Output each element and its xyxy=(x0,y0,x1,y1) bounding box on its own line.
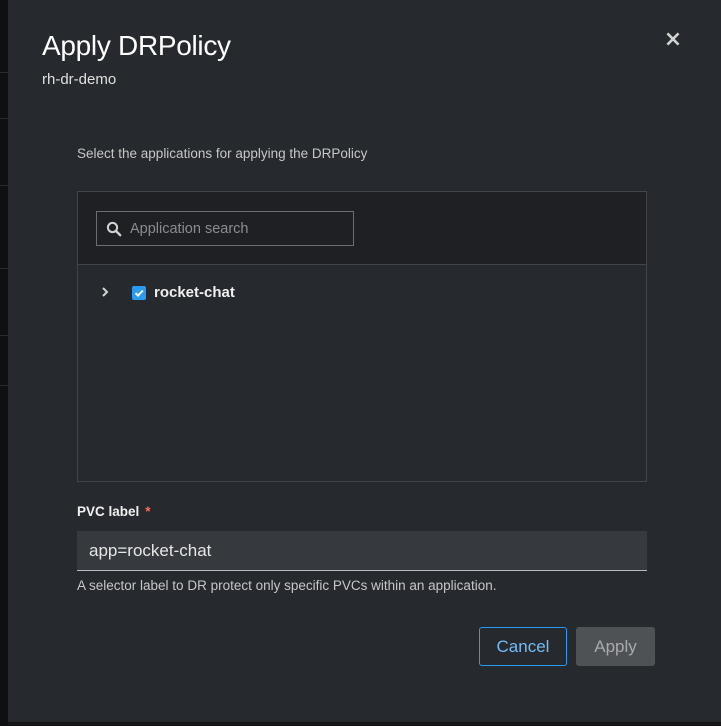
application-search-input[interactable] xyxy=(130,212,350,245)
chevron-right-icon[interactable] xyxy=(98,285,112,299)
pvc-label-input[interactable] xyxy=(77,531,647,570)
backdrop-divider xyxy=(0,385,8,386)
applications-instruction: Select the applications for applying the… xyxy=(77,146,368,161)
modal-subtitle: rh-dr-demo xyxy=(42,71,117,88)
apply-button[interactable]: Apply xyxy=(576,627,655,666)
backdrop-divider xyxy=(0,72,8,73)
application-toolbar xyxy=(78,192,646,265)
rocket-chat-checkbox[interactable] xyxy=(132,286,146,300)
pvc-helper-text: A selector label to DR protect only spec… xyxy=(77,578,497,593)
backdrop-divider xyxy=(0,118,8,119)
pvc-label-text: PVC label xyxy=(77,504,140,519)
application-search xyxy=(96,211,354,246)
backdrop-divider xyxy=(0,335,8,336)
search-icon xyxy=(106,221,122,237)
modal-title: Apply DRPolicy xyxy=(42,30,231,61)
close-icon[interactable]: × xyxy=(663,29,683,51)
cancel-button[interactable]: Cancel xyxy=(479,627,567,666)
application-selector: rocket-chat xyxy=(77,191,647,482)
apply-drpolicy-modal: × Apply DRPolicy rh-dr-demo Select the a… xyxy=(8,0,721,722)
pvc-label-field xyxy=(77,531,647,571)
backdrop-divider xyxy=(0,185,8,186)
tree-item-label: rocket-chat xyxy=(154,284,235,301)
page-backdrop xyxy=(0,0,8,726)
pvc-label-heading: PVC label * xyxy=(77,504,151,519)
tree-item-rocket-chat[interactable]: rocket-chat xyxy=(78,282,646,308)
backdrop-divider xyxy=(0,268,8,269)
required-marker: * xyxy=(145,504,151,519)
